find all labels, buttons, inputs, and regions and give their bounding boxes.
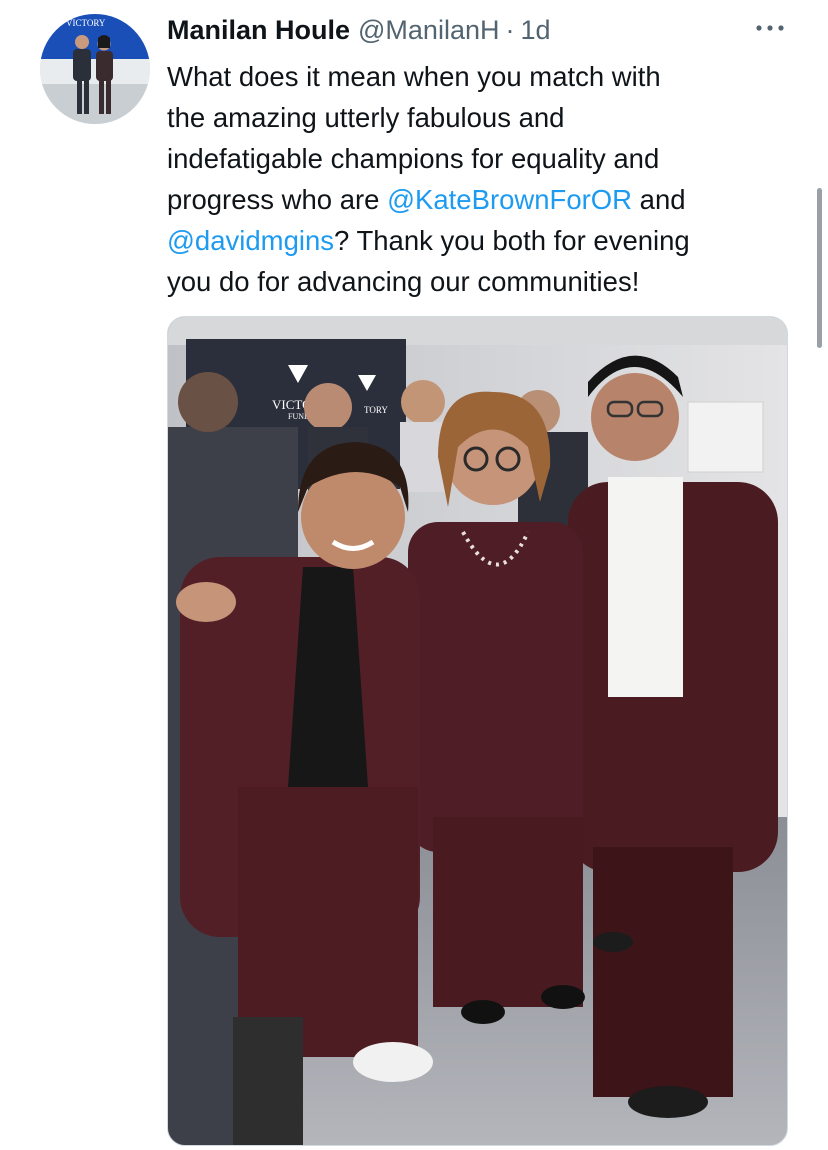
tweet-photo[interactable]: VICTO FUND TORY (167, 316, 788, 1146)
author-handle[interactable]: @ManilanH (358, 12, 499, 48)
more-options-button[interactable] (752, 16, 788, 40)
tweet-text-line: indefatigable champions for equality and (167, 143, 660, 174)
backdrop-sign-text: TORY (364, 405, 388, 415)
tweet-text-line: progress who are @KateBrownForOR and (167, 179, 787, 220)
separator-dot: · (505, 15, 515, 45)
more-horizontal-icon (756, 25, 784, 31)
mention-davidmgins[interactable]: @davidmgins (167, 225, 334, 256)
avatar-sign-text: VICTORY (66, 18, 106, 28)
tweet[interactable]: VICTORY Manilan Houle @ManilanH · 1d Wha… (0, 0, 828, 1150)
tweet-text-fragment: ? Thank you both for evening (334, 225, 690, 256)
mention-kate-brown[interactable]: @KateBrownForOR (387, 184, 632, 215)
timestamp[interactable]: 1d (520, 12, 550, 48)
scrollbar[interactable] (817, 188, 822, 348)
tweet-text-fragment: progress who are (167, 184, 388, 215)
author-name[interactable]: Manilan Houle (167, 12, 350, 48)
tweet-text-line: @davidmgins? Thank you both for evening (167, 220, 787, 261)
tweet-header: Manilan Houle @ManilanH · 1d (167, 12, 551, 48)
tweet-text-line: the amazing utterly fabulous and (167, 102, 565, 133)
tweet-text-line: What does it mean when you match with (167, 61, 661, 92)
tweet-text-fragment: and (632, 184, 686, 215)
tweet-text-line: you do for advancing our communities! (167, 266, 640, 297)
avatar[interactable]: VICTORY (40, 14, 150, 124)
tweet-text: What does it mean when you match with th… (167, 56, 787, 302)
